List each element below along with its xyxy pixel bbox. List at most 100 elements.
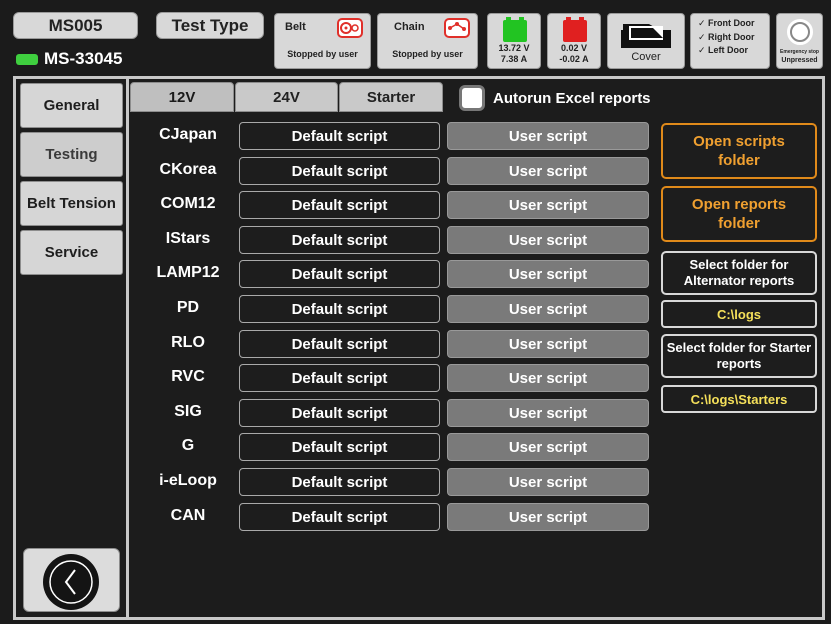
button-label: Select folder for Alternator reports xyxy=(683,257,795,288)
default-script-button[interactable]: Default script xyxy=(239,191,440,219)
sidebar-item-label: Belt Tension xyxy=(27,195,116,212)
default-script-button[interactable]: Default script xyxy=(239,468,440,496)
select-starter-folder-button[interactable]: Select folder for Starter reports xyxy=(661,334,817,378)
default-script-button[interactable]: Default script xyxy=(239,157,440,185)
tab-label: 24V xyxy=(273,88,300,106)
battery-24v-voltage: 0.02 V xyxy=(560,43,588,53)
script-row-label: LAMP12 xyxy=(156,264,220,281)
back-button[interactable] xyxy=(23,548,120,612)
tab-label: 12V xyxy=(168,88,196,106)
battery-24v-card: 0.02 V -0.02 A xyxy=(547,13,601,69)
default-script-button[interactable]: Default script xyxy=(239,330,440,358)
user-script-button[interactable]: User script xyxy=(447,433,649,461)
test-type-button[interactable]: Test Type xyxy=(156,12,264,39)
doors-status-card: ✓ Front Door ✓ Right Door ✓ Left Door xyxy=(690,13,770,69)
right-door-status: ✓ Right Door xyxy=(698,31,755,42)
tab-12v[interactable]: 12V xyxy=(130,82,234,112)
default-script-button[interactable]: Default script xyxy=(239,122,440,150)
cover-status-card[interactable]: Cover xyxy=(607,13,685,69)
status-header: MS005 Test Type MS-33045 Belt Stopped by… xyxy=(0,0,831,76)
serial-number: MS-33045 xyxy=(44,49,123,68)
battery-icon xyxy=(503,17,527,42)
open-scripts-folder-button[interactable]: Open scripts folder xyxy=(661,123,817,179)
chain-title: Chain xyxy=(394,21,425,33)
script-row-label: IStars xyxy=(165,230,211,247)
starter-path-field: C:\logs\Starters xyxy=(661,385,817,413)
sidebar-item-testing[interactable]: Testing xyxy=(20,132,123,177)
script-row-label: SIG xyxy=(174,403,202,420)
tab-24v[interactable]: 24V xyxy=(235,82,338,112)
default-script-button[interactable]: Default script xyxy=(239,399,440,427)
script-row-label: G xyxy=(181,437,195,454)
autorun-checkbox[interactable] xyxy=(459,85,485,111)
user-script-button[interactable]: User script xyxy=(447,260,649,288)
emergency-stop-label: Emergency stop xyxy=(780,49,819,55)
left-door-status: ✓ Left Door xyxy=(698,45,749,55)
script-row-label: COM12 xyxy=(160,195,216,212)
cover-label: Cover xyxy=(631,51,661,63)
user-script-button[interactable]: User script xyxy=(447,468,649,496)
script-row-label: RLO xyxy=(171,334,205,351)
path-value: C:\logs\Starters xyxy=(690,391,788,407)
battery-12v-card: 13.72 V 7.38 A xyxy=(487,13,541,69)
script-row-label: i-eLoop xyxy=(159,472,217,489)
tab-label: Starter xyxy=(366,88,416,106)
belt-title: Belt xyxy=(285,21,306,33)
script-row-label: CKorea xyxy=(159,161,217,178)
sidebar-item-service[interactable]: Service xyxy=(20,230,123,275)
default-script-button[interactable]: Default script xyxy=(239,226,440,254)
user-script-button[interactable]: User script xyxy=(447,364,649,392)
default-script-button[interactable]: Default script xyxy=(239,364,440,392)
belt-icon xyxy=(337,18,363,38)
model-label: MS005 xyxy=(13,12,138,39)
sidebar-item-label: General xyxy=(43,97,100,114)
script-row-label: PD xyxy=(176,299,200,316)
battery-24v-current: -0.02 A xyxy=(559,54,589,64)
user-script-button[interactable]: User script xyxy=(447,503,649,531)
default-script-button[interactable]: Default script xyxy=(239,295,440,323)
default-script-button[interactable]: Default script xyxy=(239,503,440,531)
sidebar-item-label: Testing xyxy=(45,146,98,163)
button-label: Select folder for Starter reports xyxy=(666,340,812,371)
open-reports-folder-button[interactable]: Open reports folder xyxy=(661,186,817,242)
user-script-button[interactable]: User script xyxy=(447,122,649,150)
chain-status: Stopped by user xyxy=(392,49,463,59)
cover-icon xyxy=(621,24,671,48)
user-script-button[interactable]: User script xyxy=(447,330,649,358)
tab-starter[interactable]: Starter xyxy=(339,82,443,112)
emergency-ring-icon xyxy=(787,19,813,45)
user-script-button[interactable]: User script xyxy=(447,226,649,254)
autorun-label: Autorun Excel reports xyxy=(493,89,651,107)
sidebar-item-belt-tension[interactable]: Belt Tension xyxy=(20,181,123,226)
emergency-stop-card: Emergency stop Unpressed xyxy=(776,13,823,69)
emergency-stop-state: Unpressed xyxy=(781,57,818,64)
chain-status-card[interactable]: Chain Stopped by user xyxy=(377,13,478,69)
user-script-button[interactable]: User script xyxy=(447,157,649,185)
default-script-button[interactable]: Default script xyxy=(239,433,440,461)
sidebar-divider xyxy=(126,79,129,617)
battery-12v-current: 7.38 A xyxy=(500,54,528,64)
battery-icon xyxy=(563,17,587,42)
belt-status-card[interactable]: Belt Stopped by user xyxy=(274,13,371,69)
alternator-path-field: C:\logs xyxy=(661,300,817,328)
user-script-button[interactable]: User script xyxy=(447,295,649,323)
path-value: C:\logs xyxy=(716,306,762,322)
belt-status: Stopped by user xyxy=(287,49,358,59)
status-led-icon xyxy=(16,53,38,65)
sidebar-item-label: Service xyxy=(44,244,99,261)
script-row-label: CAN xyxy=(170,507,206,524)
main-frame: General Testing Belt Tension Service 12V… xyxy=(13,76,825,620)
user-script-button[interactable]: User script xyxy=(447,399,649,427)
user-script-button[interactable]: User script xyxy=(447,191,649,219)
chain-icon xyxy=(444,18,470,38)
sidebar-item-general[interactable]: General xyxy=(20,83,123,128)
script-row-label: RVC xyxy=(171,368,205,385)
default-script-button[interactable]: Default script xyxy=(239,260,440,288)
front-door-status: ✓ Front Door xyxy=(698,18,755,28)
button-label: Open scripts folder xyxy=(693,133,785,169)
script-row-label: CJapan xyxy=(159,126,217,143)
serial-indicator: MS-33045 xyxy=(16,48,122,70)
battery-12v-voltage: 13.72 V xyxy=(498,43,530,53)
autorun-toggle[interactable]: Autorun Excel reports xyxy=(459,85,651,111)
select-alternator-folder-button[interactable]: Select folder for Alternator reports xyxy=(661,251,817,295)
